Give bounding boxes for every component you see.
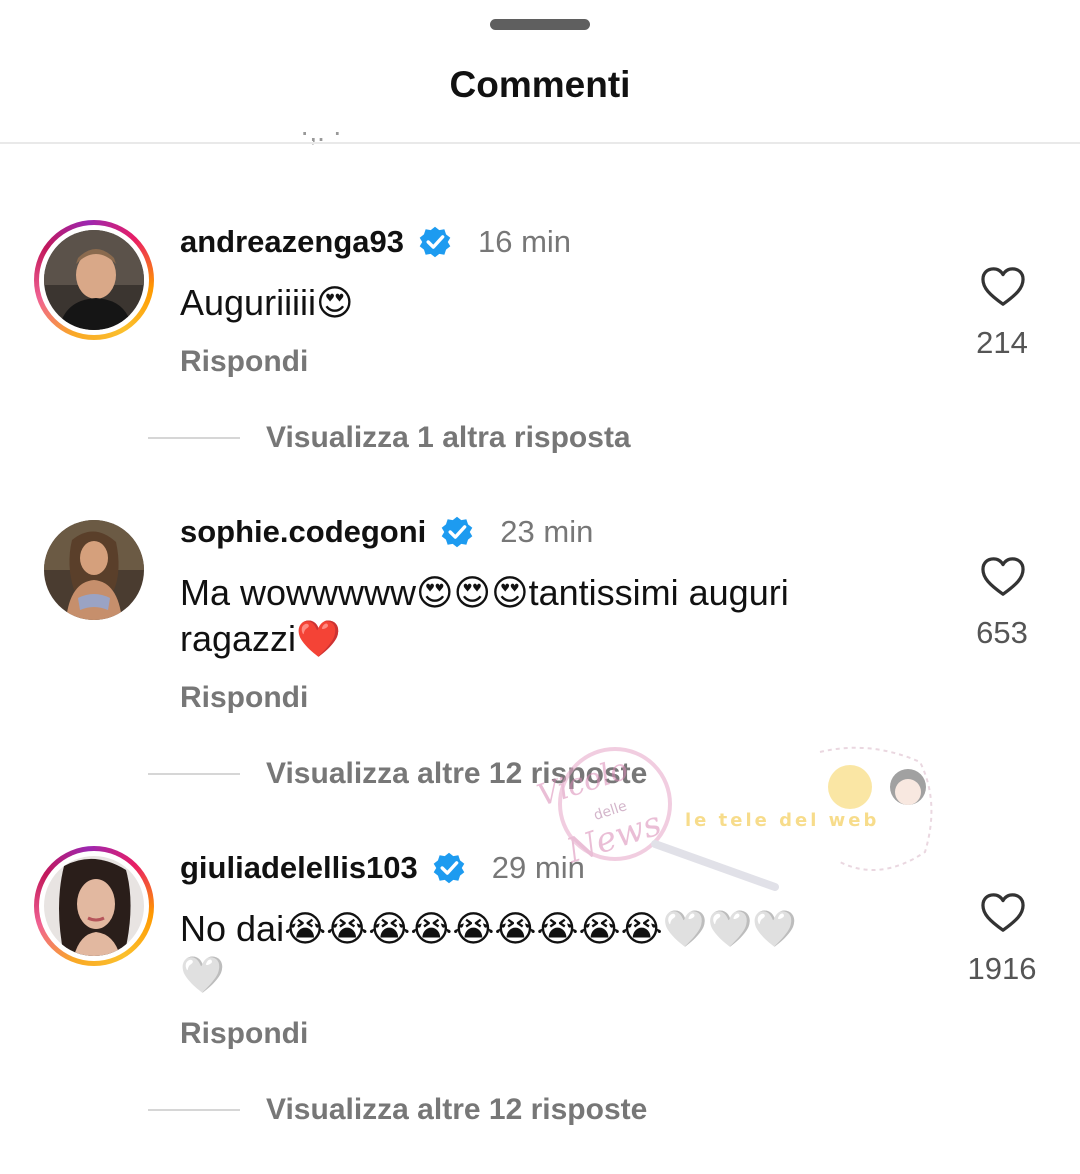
comment-username[interactable]: andreazenga93 16 min bbox=[180, 224, 571, 260]
comment-text: Ma wowwwww😍😍😍tantissimi auguri ragazzi❤️ bbox=[180, 570, 789, 662]
drag-handle[interactable] bbox=[490, 19, 590, 30]
username-link[interactable]: giuliadelellis103 bbox=[180, 850, 418, 886]
comment-text: Auguriiiii😍 bbox=[180, 282, 354, 323]
watermark-logo: Vicolo delle News le tele del web bbox=[533, 746, 933, 891]
like-count: 1916 bbox=[967, 951, 1037, 986]
verified-badge-icon bbox=[419, 226, 451, 258]
comment-time: 23 min bbox=[500, 514, 594, 549]
replies-line bbox=[148, 773, 240, 775]
reply-button[interactable]: Rispondi bbox=[180, 1017, 308, 1051]
like-heart-icon[interactable] bbox=[980, 266, 1026, 308]
avatar-image bbox=[44, 520, 144, 620]
verified-badge-icon bbox=[433, 852, 465, 884]
comment-text-line: No dai😭😭😭😭😭😭😭😭😭🤍🤍🤍 bbox=[180, 908, 798, 949]
replies-line bbox=[148, 1109, 240, 1111]
comment-text-line: Ma wowwwww😍😍😍tantissimi auguri bbox=[180, 572, 789, 613]
username-link[interactable]: andreazenga93 bbox=[180, 224, 404, 260]
avatar bbox=[44, 230, 144, 330]
comment-time: 16 min bbox=[478, 224, 572, 259]
header-divider bbox=[0, 142, 1080, 144]
verified-badge-icon bbox=[441, 516, 473, 548]
like-count: 653 bbox=[976, 615, 1028, 650]
comment-text: No dai😭😭😭😭😭😭😭😭😭🤍🤍🤍 🤍 bbox=[180, 906, 797, 998]
view-replies-button[interactable]: Visualizza altre 12 risposte bbox=[266, 1093, 647, 1127]
avatar bbox=[44, 856, 144, 956]
comment-text-line: ragazzi❤️ bbox=[180, 618, 341, 659]
svg-text:le tele del web: le tele del web bbox=[685, 810, 879, 831]
avatar-story-ring[interactable] bbox=[34, 846, 154, 966]
like-heart-icon[interactable] bbox=[980, 556, 1026, 598]
avatar-story-ring[interactable] bbox=[34, 220, 154, 340]
clipped-previous-text: ·,. · bbox=[300, 130, 342, 147]
like-count: 214 bbox=[976, 325, 1028, 360]
username-link[interactable]: sophie.codegoni bbox=[180, 514, 426, 550]
replies-line bbox=[148, 437, 240, 439]
comment-text-line: 🤍 bbox=[180, 954, 225, 995]
view-replies-button[interactable]: Visualizza 1 altra risposta bbox=[266, 421, 631, 455]
avatar[interactable] bbox=[44, 520, 144, 620]
reply-button[interactable]: Rispondi bbox=[180, 681, 308, 715]
comment-username[interactable]: sophie.codegoni 23 min bbox=[180, 514, 593, 550]
reply-button[interactable]: Rispondi bbox=[180, 345, 308, 379]
like-heart-icon[interactable] bbox=[980, 892, 1026, 934]
page-title: Commenti bbox=[449, 64, 631, 105]
